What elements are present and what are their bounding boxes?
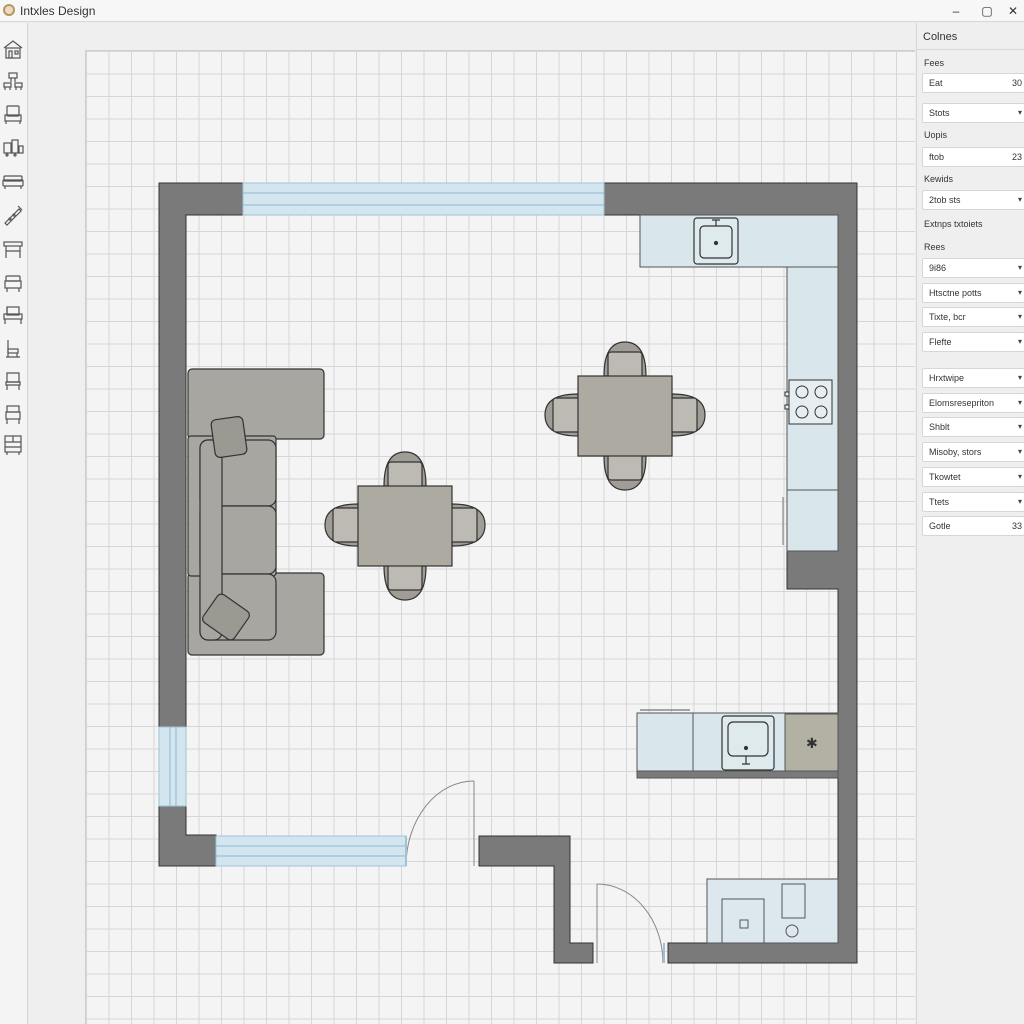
properties-panel: Colnes Fees Eat 30 Stots ▾ Uopis ftob 23… [916, 23, 1024, 1024]
prop-ftob[interactable]: ftob 23 [922, 147, 1024, 167]
close-button[interactable]: ✕ [1000, 2, 1024, 20]
section-kewids: Kewids [924, 174, 954, 184]
maximize-button[interactable]: ▢ [974, 2, 1000, 20]
counter-top [639, 214, 839, 268]
prop-gotle-value[interactable]: 33 [1012, 521, 1022, 531]
prop-label: Elomsresepriton [929, 398, 995, 408]
prop-label: Hrxtwipe [929, 373, 965, 383]
kitchen-counters[interactable] [636, 214, 839, 779]
prop-gotle[interactable]: Gotle 33 [922, 516, 1024, 536]
cabinet-tool-icon[interactable] [1, 433, 25, 457]
bench-tool-icon[interactable] [1, 303, 25, 327]
prop-stots[interactable]: Stots ▾ [922, 103, 1024, 123]
prop-eat[interactable]: Eat 30 [922, 73, 1024, 93]
section-uopis: Uopis [924, 130, 948, 140]
panel-title: Colnes [923, 31, 958, 43]
prop-label: Shblt [929, 422, 950, 432]
section-fees: Fees [924, 58, 945, 68]
minimize-button[interactable]: – [943, 2, 969, 20]
prop-ftob-label: ftob [929, 152, 945, 162]
floor-plan[interactable]: ✱ [29, 23, 916, 1024]
prop-label: Ttets [929, 497, 950, 507]
section-extnps: Extnps txtoiets [924, 219, 983, 229]
chevron-down-icon[interactable]: ▾ [1018, 398, 1022, 407]
panel-divider [917, 49, 1024, 50]
chevron-down-icon[interactable]: ▾ [1018, 108, 1022, 117]
prop-stots-label: Stots [929, 108, 950, 118]
stool-tool-icon[interactable] [1, 271, 25, 295]
section-rees: Rees [924, 242, 946, 252]
dining-set-tool-icon[interactable] [1, 69, 25, 93]
cooktop[interactable] [784, 379, 833, 425]
prop-2tob[interactable]: 2tob sts ▾ [922, 190, 1024, 210]
prop-label: Htsctne potts [929, 288, 982, 298]
chevron-down-icon[interactable]: ▾ [1018, 263, 1022, 272]
range-symbol: ✱ [806, 736, 818, 752]
dining-set-right[interactable] [544, 341, 706, 491]
side-chair-tool-icon[interactable] [1, 403, 25, 427]
chair-alt-tool-icon[interactable] [1, 369, 25, 393]
prop-group2-item[interactable]: Shblt ▾ [922, 417, 1024, 437]
chevron-down-icon[interactable]: ▾ [1018, 337, 1022, 346]
door-main-swing [405, 780, 475, 867]
chair-tool-icon[interactable] [1, 337, 25, 361]
window-bottom [215, 835, 407, 867]
app-logo-icon [3, 4, 15, 16]
prop-group2-item[interactable]: Ttets ▾ [922, 492, 1024, 512]
prop-group2-item[interactable]: Tkowtet ▾ [922, 467, 1024, 487]
chevron-down-icon[interactable]: ▾ [1018, 288, 1022, 297]
prop-gotle-label: Gotle [929, 521, 951, 531]
chevron-down-icon[interactable]: ▾ [1018, 195, 1022, 204]
house-tool-icon[interactable] [1, 37, 25, 61]
window-left [158, 726, 187, 807]
title-bar: Intxles Design – ▢ ✕ [0, 0, 1024, 22]
prop-label: 9i86 [929, 263, 947, 273]
prop-eat-value[interactable]: 30 [1012, 78, 1022, 88]
door-bath-swing [596, 883, 664, 964]
bath-vanity [721, 898, 765, 944]
counter-island-base [636, 770, 839, 779]
appliances-tool-icon[interactable] [1, 135, 25, 159]
prop-2tob-label: 2tob sts [929, 195, 961, 205]
wall-bottom-center [478, 835, 594, 964]
prop-group2-item[interactable]: Elomsresepriton ▾ [922, 393, 1024, 413]
prop-ftob-value[interactable]: 23 [1012, 152, 1022, 162]
dining-set-left[interactable] [324, 451, 486, 601]
prop-group1-item[interactable]: Htsctne potts ▾ [922, 283, 1024, 303]
sofa-tool-icon[interactable] [1, 169, 25, 193]
prop-group2-item[interactable]: Hrxtwipe ▾ [922, 368, 1024, 388]
doors[interactable] [405, 780, 665, 964]
chevron-down-icon[interactable]: ▾ [1018, 497, 1022, 506]
furniture-toolbar [0, 23, 28, 1024]
prop-label: Tixte, bcr [929, 312, 966, 322]
prop-label: Flefte [929, 337, 952, 347]
toilet-bowl [785, 924, 799, 938]
kitchen-sink-island[interactable] [721, 715, 775, 771]
prop-group2-item[interactable]: Misoby, stors ▾ [922, 442, 1024, 462]
chevron-down-icon[interactable]: ▾ [1018, 472, 1022, 481]
prop-eat-label: Eat [929, 78, 943, 88]
bathroom-fixtures[interactable] [706, 878, 839, 944]
app-title: Intxles Design [20, 4, 96, 18]
table-tool-icon[interactable] [1, 237, 25, 261]
prop-label: Misoby, stors [929, 447, 982, 457]
prop-group1-item[interactable]: Flefte ▾ [922, 332, 1024, 352]
window-top [242, 182, 605, 216]
chevron-down-icon[interactable]: ▾ [1018, 447, 1022, 456]
prop-group1-item[interactable]: Tixte, bcr ▾ [922, 307, 1024, 327]
prop-label: Tkowtet [929, 472, 961, 482]
prop-group1-item[interactable]: 9i86 ▾ [922, 258, 1024, 278]
design-canvas[interactable]: ✱ [29, 23, 916, 1024]
chevron-down-icon[interactable]: ▾ [1018, 422, 1022, 431]
sectional-sofa[interactable] [187, 368, 325, 656]
wall-bottom-left [158, 805, 217, 867]
armchair-tool-icon[interactable] [1, 103, 25, 127]
toilet-tank [781, 883, 806, 919]
kitchen-sink-top[interactable] [693, 217, 739, 265]
chevron-down-icon[interactable]: ▾ [1018, 373, 1022, 382]
chevron-down-icon[interactable]: ▾ [1018, 312, 1022, 321]
brush-tool-icon[interactable] [1, 203, 25, 227]
